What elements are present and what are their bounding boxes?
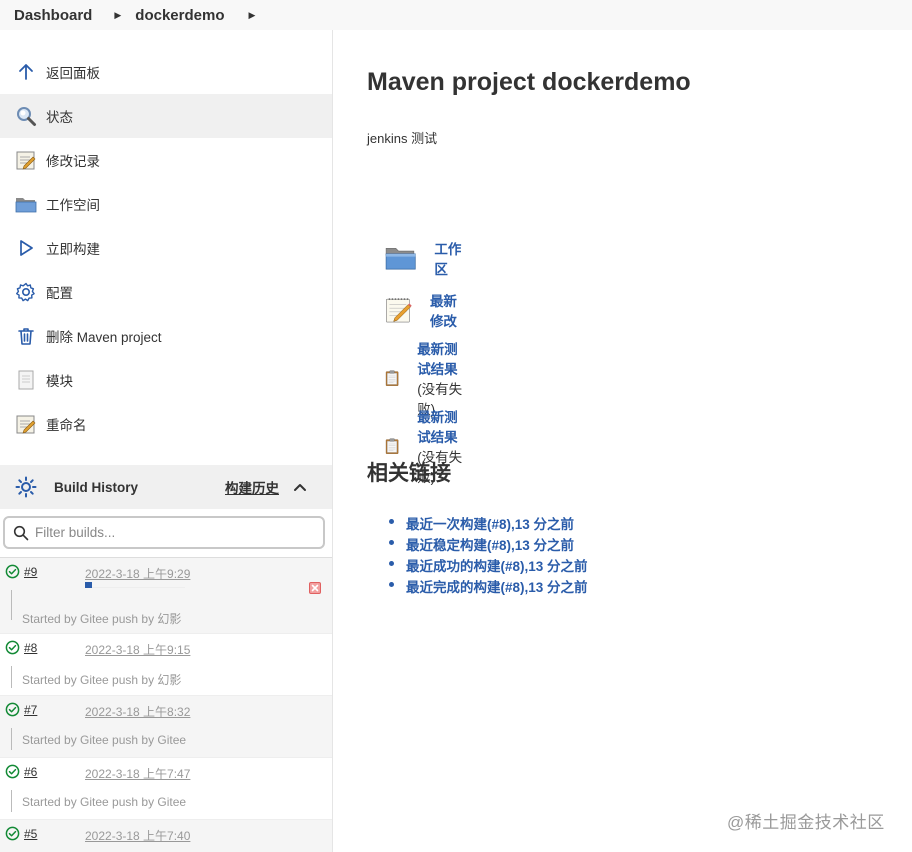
workspace-link-row: 工作区 xyxy=(384,234,463,282)
build-time-link[interactable]: 2022-3-18 上午7:47 xyxy=(85,765,190,782)
success-check-icon xyxy=(5,702,20,717)
success-check-icon xyxy=(5,826,20,841)
task-label: 立即构建 xyxy=(46,242,100,257)
build-row: #6 2022-3-18 上午7:47 Started by Gitee pus… xyxy=(0,757,332,819)
build-trend-link[interactable]: 构建历史 xyxy=(225,477,279,497)
build-number-link[interactable]: #7 xyxy=(24,703,37,717)
sidebar: 返回面板 状态 修改记录 工作空间 立即构建 配置 删除 Maven proje… xyxy=(0,30,333,852)
build-row: #8 2022-3-18 上午9:15 Started by Gitee pus… xyxy=(0,633,332,695)
notepad-icon xyxy=(386,298,412,323)
filter-builds-input[interactable] xyxy=(35,525,315,540)
build-history-header: Build History 构建历史 xyxy=(0,465,332,509)
breadcrumb-project-dropdown-icon[interactable]: ▶ xyxy=(248,10,255,21)
list-item: 最近成功的构建(#8),13 分之前 xyxy=(389,555,588,576)
document-icon xyxy=(14,368,38,392)
task-label: 工作空间 xyxy=(46,198,100,213)
task-label: 删除 Maven project xyxy=(46,330,162,345)
trash-icon xyxy=(14,324,38,348)
last-build-link[interactable]: 最近一次构建(#8),13 分之前 xyxy=(406,517,574,532)
clipboard-icon xyxy=(385,370,399,386)
build-number-link[interactable]: #9 xyxy=(24,565,37,579)
build-cause: Started by Gitee push by Gitee xyxy=(22,795,187,809)
build-list: #9 2022-3-18 上午9:29 Started by Gitee pus… xyxy=(0,557,332,852)
success-check-icon xyxy=(5,564,20,579)
recent-changes-link-row: 最新修改 xyxy=(384,286,463,334)
related-links-list: 最近一次构建(#8),13 分之前 最近稳定构建(#8),13 分之前 最近成功… xyxy=(389,513,588,597)
project-description: jenkins 测试 xyxy=(367,131,438,146)
task-modules[interactable]: 模块 xyxy=(0,358,332,402)
play-icon xyxy=(14,236,38,260)
breadcrumb-project[interactable]: dockerdemo xyxy=(121,7,224,24)
build-cause: Started by Gitee push by 幻影 xyxy=(22,612,182,626)
task-label: 返回面板 xyxy=(46,66,100,81)
build-time-link[interactable]: 2022-3-18 上午9:29 xyxy=(85,565,190,582)
task-label: 修改记录 xyxy=(46,154,100,169)
build-time-link[interactable]: 2022-3-18 上午8:32 xyxy=(85,703,190,720)
task-label: 状态 xyxy=(46,110,73,125)
task-configure[interactable]: 配置 xyxy=(0,270,332,314)
build-history-title: Build History xyxy=(54,479,139,495)
build-number-link[interactable]: #5 xyxy=(24,827,37,841)
task-status[interactable]: 状态 xyxy=(0,94,332,138)
last-completed-build-link[interactable]: 最近完成的构建(#8),13 分之前 xyxy=(406,580,588,595)
success-check-icon xyxy=(5,764,20,779)
task-back-to-dashboard[interactable]: 返回面板 xyxy=(0,50,332,94)
magnifier-icon xyxy=(14,104,38,128)
test-result-link[interactable]: 最新测试结果 xyxy=(417,342,458,377)
build-row: #5 2022-3-18 上午7:40 xyxy=(0,819,332,852)
task-delete-project[interactable]: 删除 Maven project xyxy=(0,314,332,358)
collapse-chevron-icon[interactable] xyxy=(292,479,308,498)
main-panel: Maven project dockerdemo jenkins 测试 工作区 … xyxy=(334,30,912,852)
build-progress-bar xyxy=(85,582,185,588)
build-row: #7 2022-3-18 上午8:32 Started by Gitee pus… xyxy=(0,695,332,757)
search-icon xyxy=(13,525,29,540)
gear-icon xyxy=(14,280,38,304)
build-history-icon xyxy=(14,475,38,499)
build-cause: Started by Gitee push by 幻影 xyxy=(22,673,182,687)
success-check-icon xyxy=(5,640,20,655)
build-number-link[interactable]: #6 xyxy=(24,765,37,779)
folder-icon xyxy=(14,192,38,216)
build-row: #9 2022-3-18 上午9:29 Started by Gitee pus… xyxy=(0,557,332,633)
build-time-link[interactable]: 2022-3-18 上午7:40 xyxy=(85,827,190,844)
filter-builds-box xyxy=(3,516,325,549)
notepad-icon xyxy=(14,412,38,436)
task-label: 重命名 xyxy=(46,418,87,433)
list-item: 最近稳定构建(#8),13 分之前 xyxy=(389,534,588,555)
watermark: @稀土掘金技术社区 xyxy=(727,813,885,832)
stop-build-icon[interactable] xyxy=(309,582,321,594)
list-item: 最近完成的构建(#8),13 分之前 xyxy=(389,576,588,597)
page-title: Maven project dockerdemo xyxy=(367,68,691,96)
list-item: 最近一次构建(#8),13 分之前 xyxy=(389,513,588,534)
folder-icon xyxy=(385,247,416,270)
task-rename[interactable]: 重命名 xyxy=(0,402,332,446)
breadcrumb-dropdown-icon[interactable]: ▶ xyxy=(114,10,121,21)
build-cause: Started by Gitee push by Gitee xyxy=(22,733,187,747)
task-label: 模块 xyxy=(46,374,73,389)
related-links-heading: 相关链接 xyxy=(367,462,451,485)
arrow-up-icon xyxy=(14,60,38,84)
task-changes[interactable]: 修改记录 xyxy=(0,138,332,182)
last-successful-build-link[interactable]: 最近成功的构建(#8),13 分之前 xyxy=(406,559,588,574)
task-build-now[interactable]: 立即构建 xyxy=(0,226,332,270)
last-stable-build-link[interactable]: 最近稳定构建(#8),13 分之前 xyxy=(406,538,574,553)
workspace-link[interactable]: 工作区 xyxy=(434,242,461,277)
test-result-link[interactable]: 最新测试结果 xyxy=(417,410,458,445)
task-workspace[interactable]: 工作空间 xyxy=(0,182,332,226)
build-time-link[interactable]: 2022-3-18 上午9:15 xyxy=(85,641,190,658)
recent-changes-link[interactable]: 最新修改 xyxy=(430,294,457,329)
build-number-link[interactable]: #8 xyxy=(24,641,37,655)
breadcrumb: Dashboard ▶ dockerdemo ▶ xyxy=(0,0,912,30)
task-label: 配置 xyxy=(46,286,73,301)
breadcrumb-dashboard[interactable]: Dashboard xyxy=(0,7,92,24)
notepad-icon xyxy=(14,148,38,172)
